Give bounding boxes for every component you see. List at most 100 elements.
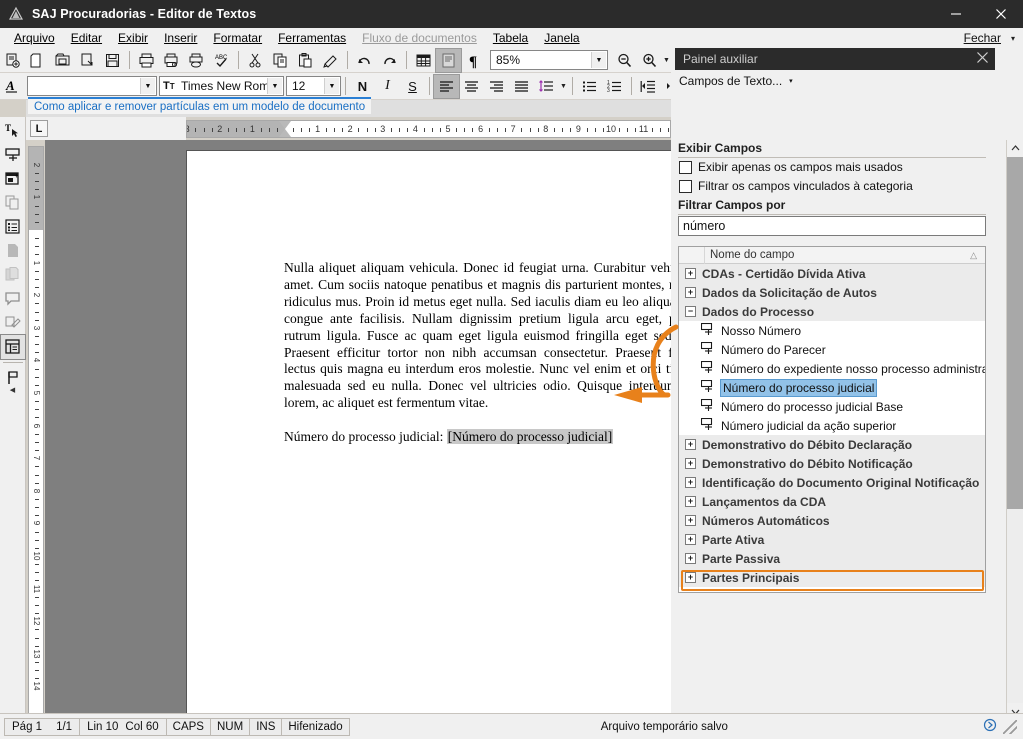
zoom-in-icon[interactable]	[637, 49, 662, 72]
close-button[interactable]	[978, 0, 1023, 28]
fields-tree-body[interactable]: +CDAs - Certidão Dívida Ativa+Dados da S…	[679, 264, 985, 592]
chevron-down-icon[interactable]: ▼	[267, 78, 282, 94]
expand-icon[interactable]: +	[685, 496, 696, 507]
sort-indicator-icon[interactable]: △	[970, 250, 977, 261]
redo-icon[interactable]	[377, 49, 402, 72]
chevron-down-icon[interactable]: ▼	[591, 52, 606, 68]
left-indent-marker[interactable]	[279, 129, 291, 137]
menu-fluxo-de-documentos[interactable]: Fluxo de documentos	[354, 29, 485, 47]
scrollbar-track[interactable]	[1007, 157, 1023, 703]
status-num[interactable]: NUM	[210, 718, 250, 736]
resize-grip-icon[interactable]	[1003, 720, 1017, 734]
aux-panel-mode-combo[interactable]: Campos de Texto... ▾	[679, 74, 793, 88]
checkbox-filtrar-vinculados[interactable]: Filtrar os campos vinculados à categoria	[679, 179, 913, 193]
expand-icon[interactable]: +	[685, 477, 696, 488]
menu-editar[interactable]: Editar	[63, 29, 110, 47]
tree-group-row[interactable]: −Dados do Processo	[679, 302, 985, 321]
bullet-list-icon[interactable]	[577, 75, 602, 98]
edit-tag-icon[interactable]	[1, 311, 25, 335]
cut-icon[interactable]	[243, 49, 268, 72]
justify-icon[interactable]	[509, 75, 534, 98]
scroll-up-arrow-icon[interactable]	[1007, 140, 1023, 157]
page-block-icon[interactable]	[1, 239, 25, 263]
open-folder-icon[interactable]	[50, 49, 75, 72]
text-cursor-tool-icon[interactable]: T	[1, 119, 25, 143]
status-ins[interactable]: INS	[249, 718, 282, 736]
multi-copy-icon[interactable]	[1, 263, 25, 287]
expand-icon[interactable]: +	[685, 553, 696, 564]
print-icon[interactable]	[134, 49, 159, 72]
horizontal-ruler[interactable]: 321123456789101112	[186, 120, 671, 138]
status-indicator-icon[interactable]	[983, 718, 997, 735]
save-icon[interactable]	[100, 49, 125, 72]
expand-icon[interactable]: +	[685, 439, 696, 450]
font-size-combo[interactable]: 12 ▼	[286, 76, 341, 96]
expand-icon[interactable]: +	[685, 534, 696, 545]
line-spacing-icon[interactable]	[534, 75, 559, 98]
menu-exibir[interactable]: Exibir	[110, 29, 156, 47]
expand-icon[interactable]: +	[685, 287, 696, 298]
first-line-indent-marker[interactable]	[279, 121, 291, 129]
print-preview-icon[interactable]	[159, 49, 184, 72]
close-icon[interactable]	[976, 51, 989, 67]
menu-janela[interactable]: Janela	[536, 29, 587, 47]
document-canvas[interactable]: Nulla aliquet aliquam vehicula. Donec id…	[45, 140, 671, 720]
tree-group-row[interactable]: +CDAs - Certidão Dívida Ativa	[679, 264, 985, 283]
paste-icon[interactable]	[293, 49, 318, 72]
vertical-ruler[interactable]: 211234567891011121314	[28, 146, 44, 720]
tree-group-row[interactable]: +Números Automáticos	[679, 511, 985, 530]
status-caps[interactable]: CAPS	[166, 718, 211, 736]
filter-input[interactable]: número	[678, 216, 986, 236]
tree-leaf-row[interactable]: Nosso Número	[679, 321, 985, 340]
overflow-chevron-icon[interactable]: ◀	[10, 386, 15, 394]
font-combo[interactable]: TT Times New Romar ▼	[159, 76, 284, 96]
chevron-down-icon[interactable]: ▾	[789, 77, 793, 85]
menu-tabela[interactable]: Tabela	[485, 29, 536, 47]
zoom-combo[interactable]: 85% ▼	[490, 50, 608, 70]
tab-stop-selector[interactable]: L	[30, 120, 48, 137]
chevron-down-icon[interactable]: ▼	[324, 78, 339, 94]
chevron-down-icon[interactable]: ▼	[140, 78, 155, 94]
text-style-icon[interactable]: A	[0, 75, 25, 98]
line-spacing-chevron-icon[interactable]: ▼	[559, 83, 568, 90]
align-center-icon[interactable]	[459, 75, 484, 98]
tree-group-row[interactable]: +Parte Ativa	[679, 530, 985, 549]
new-document-icon[interactable]	[0, 49, 25, 72]
close-document-button[interactable]: Fechar	[960, 29, 1005, 47]
decrease-indent-icon[interactable]	[636, 75, 661, 98]
print-setup-icon[interactable]	[184, 49, 209, 72]
scrollbar-thumb[interactable]	[1007, 157, 1023, 509]
menu-formatar[interactable]: Formatar	[205, 29, 270, 47]
collapse-icon[interactable]: −	[685, 306, 696, 317]
status-hyphenation[interactable]: Hifenizado	[281, 718, 349, 736]
format-painter-icon[interactable]	[318, 49, 343, 72]
checkbox-box[interactable]	[679, 180, 692, 193]
text-field-tool-icon[interactable]	[1, 143, 25, 167]
zoom-dropdown-chevron-icon[interactable]: ▼	[662, 57, 671, 64]
minimize-button[interactable]	[933, 0, 978, 28]
mail-merge-field-icon[interactable]: +	[1, 167, 25, 191]
expand-icon[interactable]: +	[685, 515, 696, 526]
align-right-icon[interactable]	[484, 75, 509, 98]
tree-group-row[interactable]: +Identificação do Documento Original Not…	[679, 473, 985, 492]
panel-layout-icon[interactable]	[1, 335, 25, 359]
comment-icon[interactable]	[1, 287, 25, 311]
expand-icon[interactable]: +	[685, 458, 696, 469]
tree-leaf-row[interactable]: Número do processo judicial Base	[679, 397, 985, 416]
expand-icon[interactable]: +	[685, 268, 696, 279]
undo-icon[interactable]	[352, 49, 377, 72]
tree-leaf-row[interactable]: Número do Parecer	[679, 340, 985, 359]
tree-group-row[interactable]: +Demonstrativo do Débito Declaração	[679, 435, 985, 454]
fields-tree[interactable]: Nome do campo △ +CDAs - Certidão Dívida …	[678, 246, 986, 593]
tree-group-row[interactable]: +Parte Passiva	[679, 549, 985, 568]
tree-leaf-row-selected[interactable]: Número do processo judicial	[679, 378, 985, 397]
tree-group-row[interactable]: +Lançamentos da CDA	[679, 492, 985, 511]
open-from-icon[interactable]	[75, 49, 100, 72]
table-icon[interactable]	[411, 49, 436, 72]
tree-group-row[interactable]: +Dados da Solicitação de Autos	[679, 283, 985, 302]
zoom-out-icon[interactable]	[612, 49, 637, 72]
document-text[interactable]: Nulla aliquet aliquam vehicula. Donec id…	[284, 260, 671, 446]
menu-arquivo[interactable]: Arquivo	[6, 29, 63, 47]
tree-group-row[interactable]: +Partes Principais	[679, 568, 985, 587]
tree-leaf-row[interactable]: Número do expediente nosso processo admi…	[679, 359, 985, 378]
